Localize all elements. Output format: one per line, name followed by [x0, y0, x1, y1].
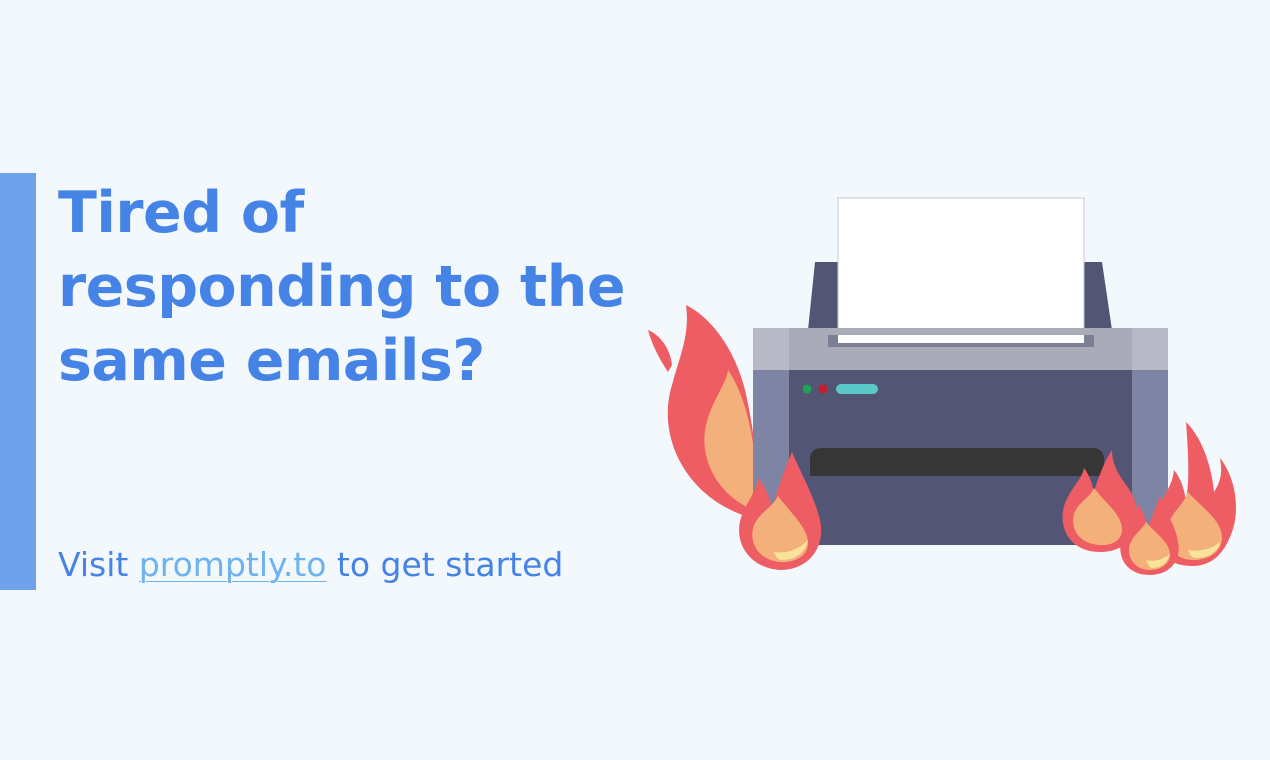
status-bar-icon: [836, 384, 878, 394]
cta-text: Visit promptly.to to get started: [58, 543, 563, 587]
headline: Tired of responding to the same emails?: [58, 176, 658, 398]
burning-printer-icon: [648, 197, 1236, 575]
red-light-icon: [818, 384, 828, 394]
accent-bar: [0, 173, 36, 590]
cta-prefix: Visit: [58, 545, 139, 584]
promptly-link[interactable]: promptly.to: [139, 545, 327, 584]
page: Tired of responding to the same emails? …: [0, 0, 1270, 760]
cta-suffix: to get started: [326, 545, 564, 584]
headline-line-2: responding to the: [58, 254, 626, 320]
headline-line-3: same emails?: [58, 328, 485, 394]
left-flame-icon: [648, 305, 760, 520]
headline-line-1: Tired of: [58, 180, 304, 246]
green-light-icon: [802, 384, 812, 394]
